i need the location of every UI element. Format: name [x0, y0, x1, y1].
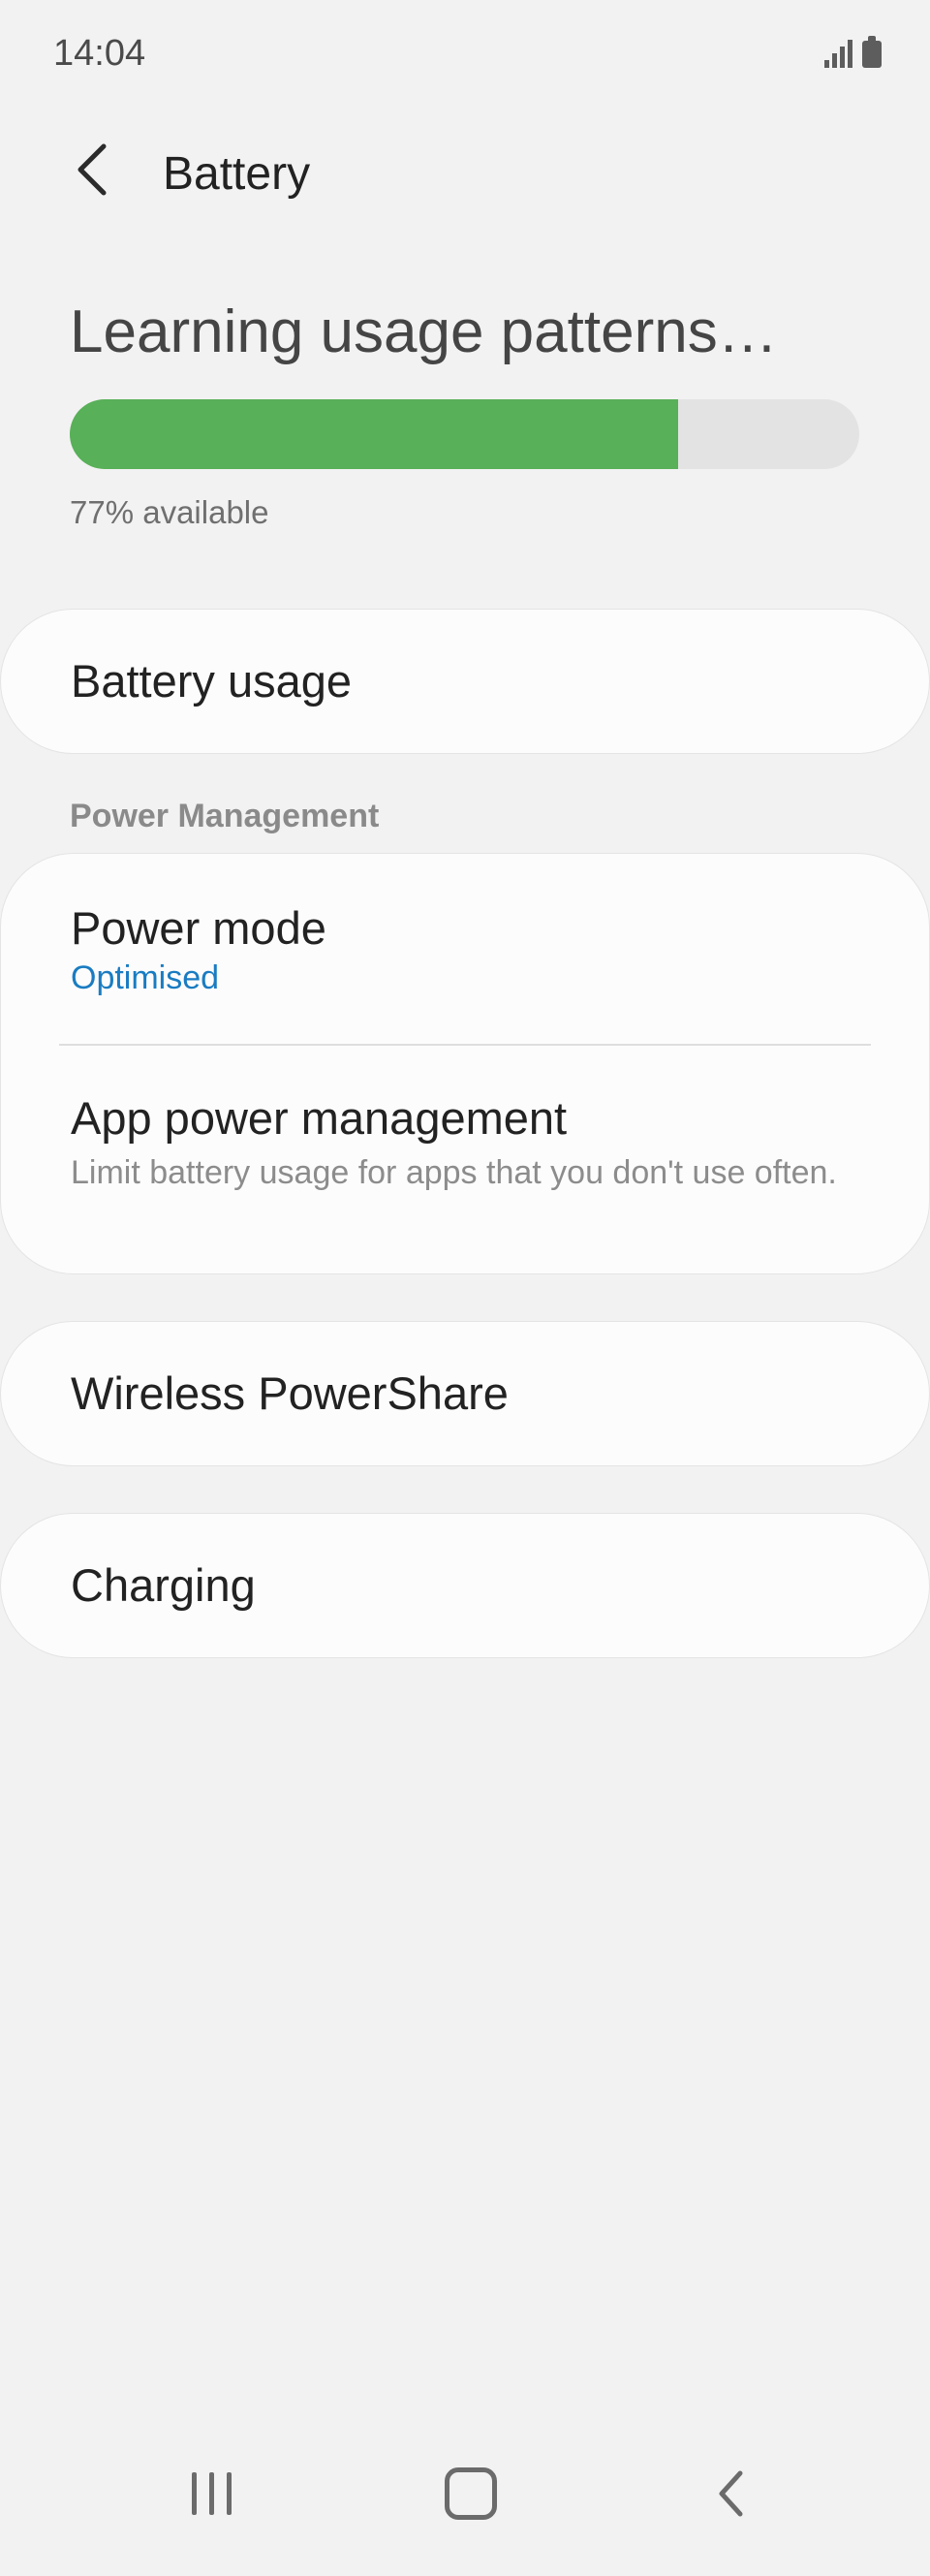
- status-time: 14:04: [53, 33, 146, 74]
- battery-status-heading: Learning usage patterns…: [70, 298, 778, 365]
- power-management-header: Power Management: [70, 798, 380, 834]
- battery-usage-item[interactable]: Battery usage: [0, 609, 930, 754]
- nav-back-button[interactable]: [672, 2411, 789, 2576]
- back-icon: [719, 2470, 743, 2517]
- battery-level-bar: [70, 399, 859, 469]
- wireless-powershare-item[interactable]: Wireless PowerShare: [0, 1321, 930, 1466]
- signal-icon: [824, 39, 852, 68]
- battery-icon: [862, 36, 882, 68]
- power-mode-label: Power mode: [71, 902, 326, 954]
- page-title: Battery: [163, 148, 311, 200]
- back-button[interactable]: [58, 136, 126, 204]
- home-icon: [445, 2467, 497, 2520]
- status-icons: [824, 35, 882, 68]
- recents-icon: [191, 2472, 232, 2515]
- battery-level-fill: [70, 399, 678, 469]
- battery-usage-label: Battery usage: [71, 655, 353, 707]
- app-power-management-item[interactable]: App power management Limit battery usage…: [71, 1090, 871, 1193]
- wireless-powershare-label: Wireless PowerShare: [71, 1367, 509, 1419]
- charging-label: Charging: [71, 1559, 256, 1611]
- battery-available-text: 77% available: [70, 494, 269, 530]
- power-mode-value: Optimised: [71, 959, 220, 996]
- app-power-management-label: App power management: [71, 1092, 568, 1144]
- power-management-card: Power mode Optimised App power managemen…: [0, 853, 930, 1274]
- back-arrow-icon: [78, 143, 107, 196]
- power-mode-item[interactable]: Power mode Optimised: [71, 900, 871, 999]
- navigation-bar: [0, 2411, 930, 2576]
- app-power-management-description: Limit battery usage for apps that you do…: [71, 1154, 837, 1191]
- recents-button[interactable]: [153, 2411, 269, 2576]
- home-button[interactable]: [413, 2411, 529, 2576]
- charging-item[interactable]: Charging: [0, 1513, 930, 1658]
- divider: [59, 1044, 871, 1046]
